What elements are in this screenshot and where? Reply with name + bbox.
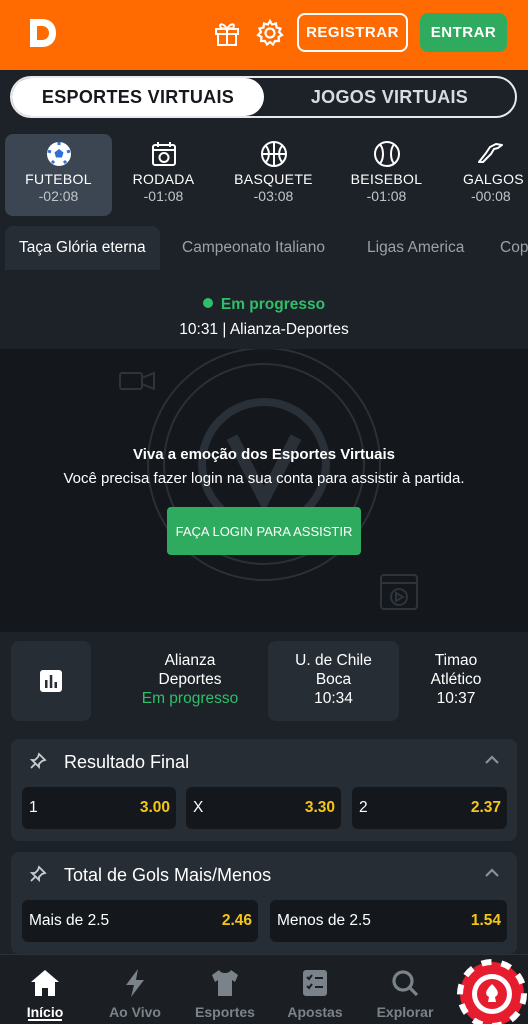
nav-label: Apostas <box>287 1004 343 1020</box>
current-match: 10:31 | Alianza-Deportes <box>179 321 349 338</box>
league-tab-copa[interactable]: Cop <box>500 226 528 270</box>
nav-label: Ao Vivo <box>109 1004 161 1020</box>
match-card-uchile[interactable]: U. de Chile Boca 10:34 <box>268 641 399 721</box>
search-icon <box>392 970 419 997</box>
match-status: Em progresso <box>0 296 528 314</box>
odd-label: 1 <box>29 799 38 816</box>
odd-button-home[interactable]: 1 3.00 <box>22 787 176 829</box>
odd-button-under[interactable]: Menos de 2.5 1.54 <box>270 900 507 942</box>
odd-label: Mais de 2.5 <box>29 912 110 929</box>
sport-label: GALGOS <box>463 171 524 187</box>
video-promo-subtitle: Você precisa fazer login na sua conta pa… <box>63 470 465 487</box>
brand-logo-icon[interactable] <box>24 15 60 51</box>
league-tab-taca-gloria[interactable]: Taça Glória eterna <box>5 226 160 270</box>
active-underline <box>28 1019 62 1021</box>
sport-countdown: -02:08 <box>38 188 79 204</box>
odd-label: 2 <box>359 799 368 816</box>
odd-value: 2.37 <box>470 799 501 816</box>
team-line: Deportes <box>158 671 222 688</box>
odd-value: 3.30 <box>304 799 335 816</box>
sport-tab-galgos[interactable]: GALGOS -00:08 <box>437 134 528 216</box>
greyhound-icon <box>478 143 503 163</box>
match-card-alianza[interactable]: Alianza Deportes Em progresso <box>125 641 255 721</box>
nav-item-apostas[interactable]: Apostas <box>270 955 360 1024</box>
sport-label: RODADA <box>132 171 195 187</box>
match-state: Em progresso <box>141 690 239 707</box>
odd-value: 3.00 <box>139 799 170 816</box>
status-label: Em progresso <box>220 296 326 313</box>
nav-label: Explorar <box>376 1004 434 1020</box>
odd-label: X <box>193 799 204 816</box>
market-title: Total de Gols Mais/Menos <box>64 865 272 885</box>
sport-countdown: -01:08 <box>366 188 407 204</box>
sport-countdown: -03:08 <box>253 188 294 204</box>
bottom-navigation: Início Ao Vivo Esportes Apostas Explorar <box>0 954 528 1024</box>
match-time: 10:37 <box>436 690 476 707</box>
team-line: Alianza <box>164 652 216 669</box>
nav-item-explorar[interactable]: Explorar <box>360 955 450 1024</box>
sport-tab-futebol[interactable]: FUTEBOL -02:08 <box>5 134 112 216</box>
lightning-icon <box>126 969 144 997</box>
team-line: Atlético <box>430 671 482 688</box>
chevron-up-icon[interactable] <box>485 755 499 765</box>
sport-countdown: -00:08 <box>471 188 511 204</box>
team-line: Timao <box>434 652 478 669</box>
match-card-timao[interactable]: Timao Atlético 10:37 <box>408 641 504 721</box>
tab-virtual-sports[interactable]: ESPORTES VIRTUAIS <box>12 78 264 116</box>
sport-tab-basquete[interactable]: BASQUETE -03:08 <box>220 134 327 216</box>
bar-chart-icon <box>40 670 62 692</box>
match-time: 10:34 <box>314 690 353 707</box>
soccer-ball-icon <box>46 142 71 166</box>
casino-chip-icon[interactable] <box>454 956 528 1024</box>
gear-icon[interactable] <box>255 18 285 48</box>
gift-icon[interactable] <box>212 18 242 48</box>
video-player-area: Viva a emoção dos Esportes Virtuais Você… <box>0 349 528 632</box>
basketball-icon <box>260 141 287 167</box>
jersey-icon <box>212 970 238 996</box>
sport-label: FUTEBOL <box>25 171 92 187</box>
sport-countdown: -01:08 <box>143 188 184 204</box>
nav-item-inicio[interactable]: Início <box>0 955 90 1024</box>
stats-button[interactable] <box>11 641 91 721</box>
register-button[interactable]: REGISTRAR <box>297 13 408 52</box>
top-header: REGISTRAR ENTRAR <box>0 0 528 70</box>
league-tabs: Taça Glória eterna Campeonato Italiano L… <box>0 226 528 272</box>
odd-value: 2.46 <box>221 912 252 929</box>
sport-tab-beisebol[interactable]: BEISEBOL -01:08 <box>333 134 440 216</box>
odd-label: Menos de 2.5 <box>277 912 371 929</box>
nav-item-ao-vivo[interactable]: Ao Vivo <box>90 955 180 1024</box>
market-card-total-gols: Total de Gols Mais/Menos Mais de 2.5 2.4… <box>11 852 517 954</box>
chevron-up-icon[interactable] <box>485 868 499 878</box>
home-icon <box>31 970 59 996</box>
betslip-icon <box>303 970 327 996</box>
mode-toggle: ESPORTES VIRTUAIS JOGOS VIRTUAIS <box>10 76 517 118</box>
sport-label: BASQUETE <box>234 171 313 187</box>
pin-icon[interactable] <box>29 865 47 883</box>
baseball-icon <box>373 141 400 167</box>
market-card-resultado-final: Resultado Final 1 3.00 X 3.30 2 2.37 <box>11 739 517 841</box>
team-line: Boca <box>315 671 352 688</box>
calendar-ball-icon <box>151 142 176 166</box>
sport-label: BEISEBOL <box>350 171 423 187</box>
nav-label: Início <box>26 1004 64 1020</box>
team-line: U. de Chile <box>295 652 372 669</box>
nav-item-esportes[interactable]: Esportes <box>180 955 270 1024</box>
nav-label: Esportes <box>195 1004 255 1020</box>
league-tab-ligas-america[interactable]: Ligas America <box>367 226 464 270</box>
odd-button-away[interactable]: 2 2.37 <box>352 787 507 829</box>
league-tab-campeonato-italiano[interactable]: Campeonato Italiano <box>182 226 325 270</box>
sport-tab-rodada[interactable]: RODADA -01:08 <box>110 134 217 216</box>
odd-button-draw[interactable]: X 3.30 <box>186 787 341 829</box>
odd-button-over[interactable]: Mais de 2.5 2.46 <box>22 900 258 942</box>
pin-icon[interactable] <box>29 752 47 770</box>
video-promo-title: Viva a emoção dos Esportes Virtuais <box>132 446 396 463</box>
login-button[interactable]: ENTRAR <box>420 13 507 52</box>
video-watermark <box>119 349 418 610</box>
live-dot-icon <box>202 298 213 308</box>
market-title: Resultado Final <box>64 752 190 772</box>
login-to-watch-button[interactable]: FAÇA LOGIN PARA ASSISTIR <box>167 507 361 555</box>
odd-value: 1.54 <box>470 912 501 929</box>
tab-virtual-games[interactable]: JOGOS VIRTUAIS <box>264 78 515 116</box>
